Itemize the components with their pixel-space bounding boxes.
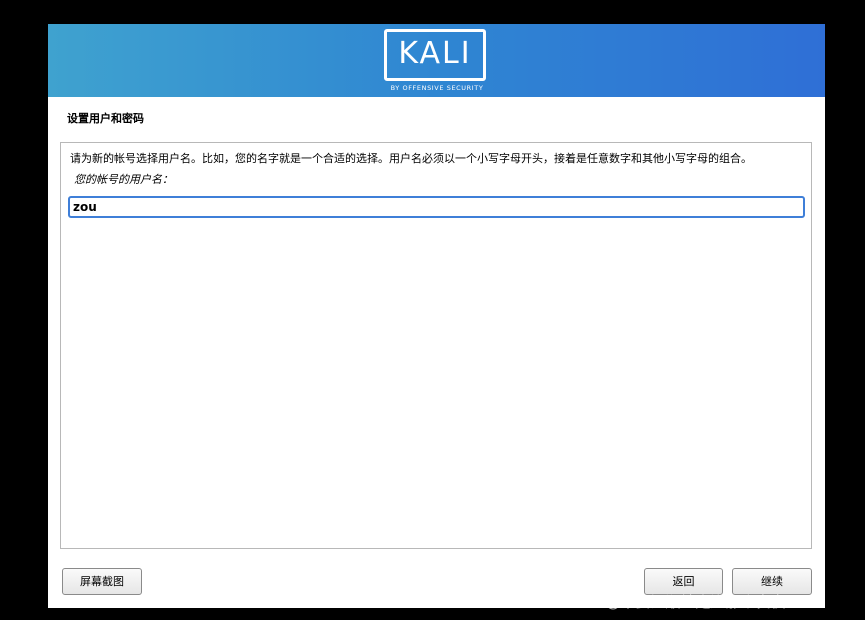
username-field-label: 您的帐号的用户名： (74, 173, 173, 186)
kali-logo-subtext: BY OFFENSIVE SECURITY (390, 84, 484, 92)
instructions-text: 请为新的帐号选择用户名。比如，您的名字就是一个合适的选择。用户名必须以一个小写字… (70, 152, 752, 165)
page-title: 设置用户和密码 (67, 112, 144, 125)
content-panel: 请为新的帐号选择用户名。比如，您的名字就是一个合适的选择。用户名必须以一个小写字… (60, 142, 812, 549)
kali-banner: KALI BY OFFENSIVE SECURITY (48, 24, 825, 97)
kali-logo-text: KALI (398, 36, 472, 71)
screenshot-button[interactable]: 屏幕截图 (62, 568, 142, 595)
csdn-watermark: CSDN @不要温顺地走进那个良夜 (558, 593, 786, 611)
installer-window: KALI BY OFFENSIVE SECURITY 设置用户和密码 请为新的帐… (48, 24, 825, 608)
kali-logo: KALI BY OFFENSIVE SECURITY (382, 29, 492, 95)
username-input[interactable] (68, 196, 805, 218)
